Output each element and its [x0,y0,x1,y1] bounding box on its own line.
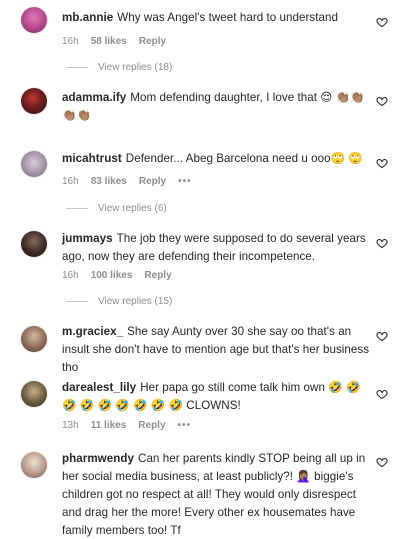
view-replies-label: View replies (18) [98,62,173,73]
avatar[interactable] [20,230,48,258]
comment-meta: 16h 100 likes Reply [62,270,184,281]
likes-count[interactable]: 100 likes [91,270,133,281]
avatar[interactable] [20,325,48,353]
likes-count[interactable]: 58 likes [91,36,127,47]
replies-divider [66,208,88,209]
more-options-icon[interactable]: ••• [178,176,192,187]
comment-meta: 16h 83 likes Reply ••• [62,176,204,187]
timestamp: 16h [62,176,79,187]
comment-meta: 13h 11 likes Reply ••• [62,420,203,431]
timestamp: 16h [62,36,79,47]
view-replies-label: View replies (15) [98,296,173,307]
timestamp: 16h [62,270,79,281]
comment-meta: 16h 58 likes Reply [62,36,178,47]
view-replies-button[interactable]: View replies (15) [66,296,172,307]
username[interactable]: pharmwendy [62,452,134,465]
username[interactable]: micahtrust [62,152,122,165]
comment-text: Why was Angel's tweet hard to understand [117,11,339,24]
username[interactable]: jummays [62,232,113,245]
like-heart-icon[interactable] [376,330,388,342]
username[interactable]: darealest_lily [62,381,136,394]
avatar[interactable] [20,380,48,408]
reply-button[interactable]: Reply [139,176,166,187]
avatar[interactable] [20,6,48,34]
like-heart-icon[interactable] [376,237,388,249]
more-options-icon[interactable]: ••• [178,420,192,431]
like-heart-icon[interactable] [376,456,388,468]
username[interactable]: adamma.ify [62,91,126,104]
view-replies-label: View replies (6) [98,203,167,214]
view-replies-button[interactable]: View replies (18) [66,62,172,73]
username[interactable]: m.graciex_ [62,325,123,338]
like-heart-icon[interactable] [376,157,388,169]
reply-button[interactable]: Reply [139,36,166,47]
avatar[interactable] [20,87,48,115]
replies-divider [66,67,88,68]
timestamp: 13h [62,420,79,431]
avatar[interactable] [20,451,48,479]
reply-button[interactable]: Reply [144,270,171,281]
username[interactable]: mb.annie [62,11,113,24]
reply-button[interactable]: Reply [138,420,165,431]
replies-divider [66,301,88,302]
likes-count[interactable]: 83 likes [91,176,127,187]
like-heart-icon[interactable] [376,388,388,400]
view-replies-button[interactable]: View replies (6) [66,203,167,214]
like-heart-icon[interactable] [376,16,388,28]
comment-text: Defender... Abeg Barcelona need u ooo🙄 🙄 [125,152,363,165]
like-heart-icon[interactable] [376,95,388,107]
avatar[interactable] [20,150,48,178]
likes-count[interactable]: 11 likes [91,420,127,431]
